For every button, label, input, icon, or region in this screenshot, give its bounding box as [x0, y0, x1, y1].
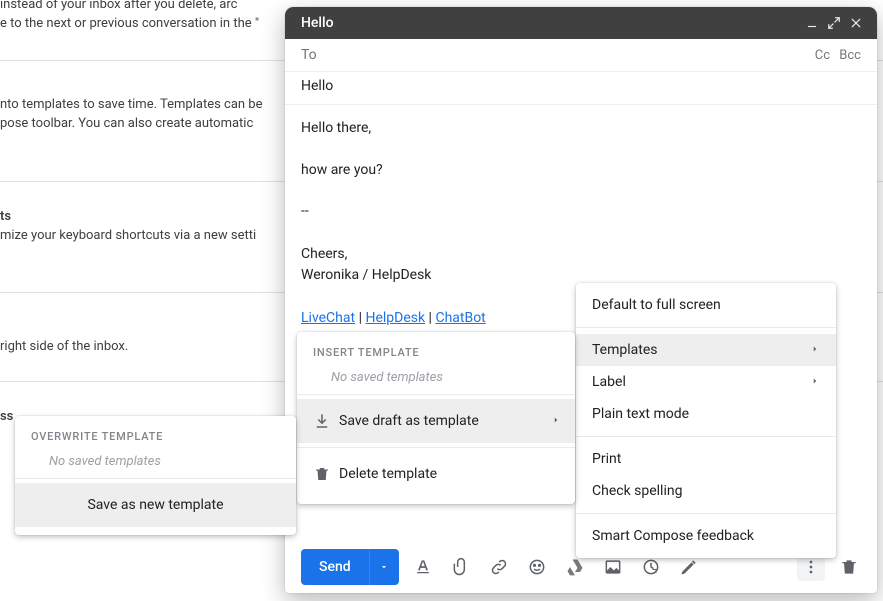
link-helpdesk[interactable]: HelpDesk: [365, 310, 425, 326]
send-button: Send: [301, 549, 399, 585]
cc-bcc: Cc Bcc: [809, 48, 861, 63]
compose-title: Hello: [301, 15, 801, 31]
link-separator: |: [425, 310, 435, 326]
signature-line: Cheers,: [301, 244, 861, 266]
bg-line: e to the next or previous conversation i…: [0, 16, 259, 31]
bg-line: mize your keyboard shortcuts via a new s…: [0, 228, 256, 243]
menu-delete-template[interactable]: Delete template: [297, 452, 575, 496]
overwrite-section: OVERWRITE TEMPLATE: [15, 424, 296, 448]
subject-field[interactable]: Hello: [285, 78, 877, 105]
body-line: how are you?: [301, 161, 861, 181]
bcc-link[interactable]: Bcc: [839, 48, 861, 63]
to-label: To: [301, 47, 317, 63]
attach-icon[interactable]: [447, 553, 475, 581]
chevron-right-icon: [810, 342, 820, 358]
send-button-main[interactable]: Send: [301, 549, 369, 585]
menu-save-as-new-template[interactable]: Save as new template: [15, 483, 296, 527]
templates-empty: No saved templates: [315, 364, 575, 390]
menu-print[interactable]: Print: [576, 443, 836, 475]
cc-link[interactable]: Cc: [815, 48, 830, 63]
minimize-icon[interactable]: [801, 12, 823, 34]
emoji-icon[interactable]: [523, 553, 551, 581]
templates-menu: INSERT TEMPLATE No saved templates Save …: [297, 332, 575, 504]
link-livechat[interactable]: LiveChat: [301, 310, 355, 326]
menu-plain-text[interactable]: Plain text mode: [576, 398, 836, 430]
signature-separator: --: [301, 202, 861, 222]
chevron-right-icon: [810, 374, 820, 390]
trash-icon[interactable]: [835, 553, 863, 581]
bg-heading: ts: [0, 209, 11, 224]
send-options-button[interactable]: [369, 549, 399, 585]
divider: [297, 394, 575, 395]
menu-default-fullscreen[interactable]: Default to full screen: [576, 289, 836, 321]
menu-check-spelling[interactable]: Check spelling: [576, 475, 836, 507]
download-icon: [313, 412, 339, 430]
menu-label[interactable]: Label: [576, 366, 836, 398]
menu-save-draft-label: Save draft as template: [339, 413, 479, 429]
link-chatbot[interactable]: ChatBot: [435, 310, 485, 326]
bg-line: pose toolbar. You can also create automa…: [0, 116, 253, 131]
trash-icon: [313, 465, 339, 483]
text-format-icon[interactable]: [409, 553, 437, 581]
divider: [15, 478, 296, 479]
bg-line: instead of your inbox after you delete, …: [0, 0, 237, 12]
overwrite-template-menu: OVERWRITE TEMPLATE No saved templates Sa…: [15, 416, 296, 535]
chevron-right-icon: [551, 413, 561, 429]
overwrite-empty: No saved templates: [33, 448, 296, 474]
fullscreen-icon[interactable]: [823, 12, 845, 34]
close-icon[interactable]: [845, 12, 867, 34]
menu-save-draft-as-template[interactable]: Save draft as template: [297, 399, 575, 443]
divider: [297, 447, 575, 448]
menu-delete-template-label: Delete template: [339, 466, 437, 482]
menu-templates[interactable]: Templates: [576, 334, 836, 366]
subject-value: Hello: [301, 78, 333, 94]
templates-section-insert: INSERT TEMPLATE: [297, 340, 575, 364]
bg-line: right side of the inbox.: [0, 339, 128, 354]
more-options-menu: Default to full screen Templates Label P…: [576, 283, 836, 558]
bg-line: nto templates to save time. Templates ca…: [0, 97, 263, 112]
to-field[interactable]: To Cc Bcc: [285, 39, 877, 72]
save-new-template-label: Save as new template: [87, 497, 223, 513]
link-separator: |: [355, 310, 365, 326]
signature-block: Cheers, Weronika / HelpDesk: [301, 244, 861, 287]
bg-heading: ss: [0, 409, 13, 424]
menu-smart-compose-feedback[interactable]: Smart Compose feedback: [576, 520, 836, 552]
body-line: Hello there,: [301, 119, 861, 139]
compose-header[interactable]: Hello: [285, 7, 877, 39]
link-icon[interactable]: [485, 553, 513, 581]
